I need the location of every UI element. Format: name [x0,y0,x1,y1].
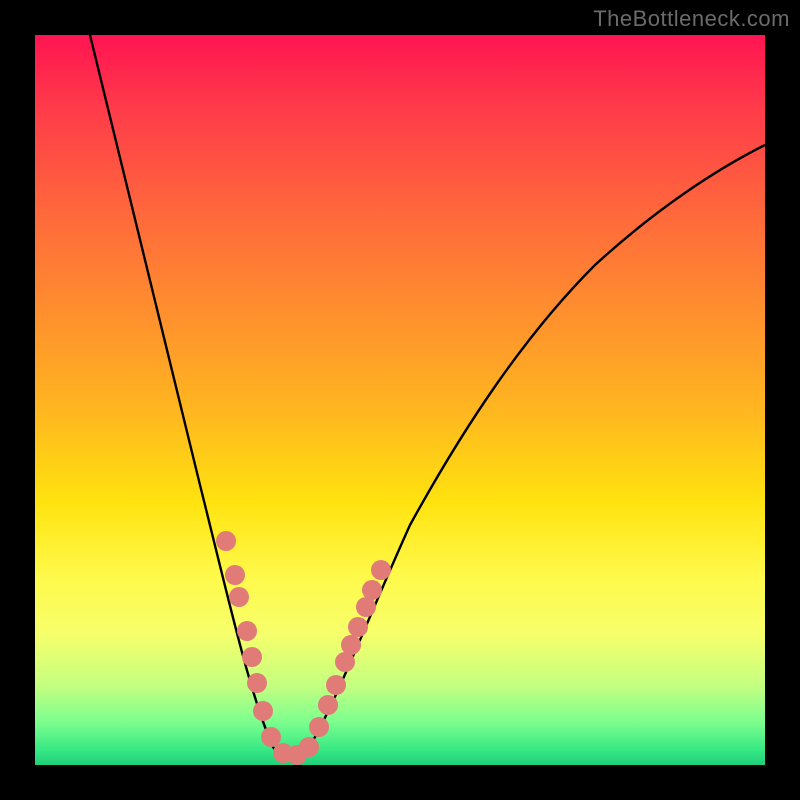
dot [229,587,249,607]
chart-plot-area [35,35,765,765]
dot [335,652,355,672]
dot [237,621,257,641]
highlight-dots-group [216,531,391,765]
dot [225,565,245,585]
dot [261,727,281,747]
dot [326,675,346,695]
dot [318,695,338,715]
dot [216,531,236,551]
dot [356,597,376,617]
dot [247,673,267,693]
dot [341,635,361,655]
chart-frame: TheBottleneck.com [0,0,800,800]
chart-overlay-svg [35,35,765,765]
dot [309,717,329,737]
dot [299,737,319,757]
dot [253,701,273,721]
dot [242,647,262,667]
watermark-text: TheBottleneck.com [593,6,790,32]
bottleneck-curve [90,35,765,759]
dot [371,560,391,580]
dot [348,617,368,637]
dot [362,580,382,600]
